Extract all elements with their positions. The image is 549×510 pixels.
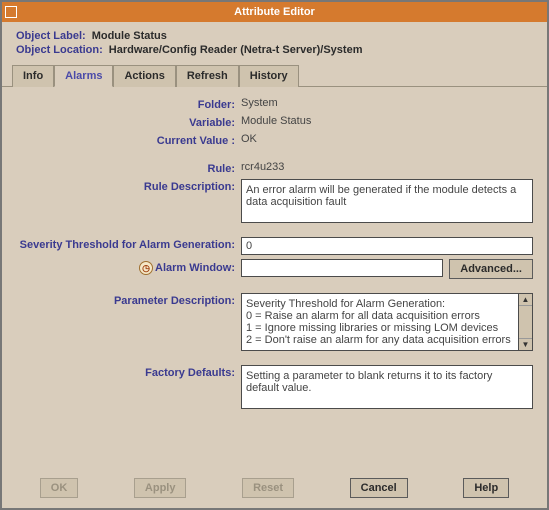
scroll-down-icon[interactable]: ▼ xyxy=(519,338,532,350)
advanced-button[interactable]: Advanced... xyxy=(449,259,533,279)
object-label-label: Object Label: xyxy=(16,30,86,42)
paramdesc-line: 2 = Don't raise an alarm for any data ac… xyxy=(246,334,514,346)
attribute-editor-window: Attribute Editor Object Label: Module St… xyxy=(0,0,549,510)
variable-value: Module Status xyxy=(241,115,533,127)
alarms-panel: Folder: System Variable: Module Status C… xyxy=(2,87,547,468)
tab-info[interactable]: Info xyxy=(12,65,54,87)
severity-threshold-label: Severity Threshold for Alarm Generation: xyxy=(16,237,241,251)
rule-value: rcr4u233 xyxy=(241,161,533,173)
paramdesc-line: 0 = Raise an alarm for all data acquisit… xyxy=(246,310,514,322)
object-label-value: Module Status xyxy=(92,30,167,42)
rule-label: Rule: xyxy=(16,161,241,175)
folder-label: Folder: xyxy=(16,97,241,111)
scrollbar[interactable]: ▲ ▼ xyxy=(518,294,532,350)
tab-alarms[interactable]: Alarms xyxy=(54,65,113,87)
rule-description-text: An error alarm will be generated if the … xyxy=(241,179,533,223)
object-location-label: Object Location: xyxy=(16,44,103,56)
tab-bar: Info Alarms Actions Refresh History xyxy=(2,64,547,87)
reset-button: Reset xyxy=(242,478,294,498)
tab-refresh[interactable]: Refresh xyxy=(176,65,239,87)
ok-button: OK xyxy=(40,478,79,498)
help-button[interactable]: Help xyxy=(463,478,509,498)
current-value-label: Current Value : xyxy=(16,133,241,147)
scroll-up-icon[interactable]: ▲ xyxy=(519,294,532,306)
object-location-value: Hardware/Config Reader (Netra-t Server)/… xyxy=(109,44,363,56)
alarm-window-label: Alarm Window: xyxy=(155,262,235,274)
clock-icon: ◷ xyxy=(139,261,153,275)
severity-threshold-input[interactable] xyxy=(241,237,533,255)
button-bar: OK Apply Reset Cancel Help xyxy=(2,468,547,508)
parameter-description-label: Parameter Description: xyxy=(16,293,241,307)
parameter-description-box: Severity Threshold for Alarm Generation:… xyxy=(241,293,533,351)
paramdesc-line: 1 = Ignore missing libraries or missing … xyxy=(246,322,514,334)
alarm-window-input[interactable] xyxy=(241,259,443,277)
factory-defaults-label: Factory Defaults: xyxy=(16,365,241,379)
factory-defaults-text: Setting a parameter to blank returns it … xyxy=(241,365,533,409)
folder-value: System xyxy=(241,97,533,109)
paramdesc-line: Severity Threshold for Alarm Generation: xyxy=(246,298,514,310)
window-menu-icon[interactable] xyxy=(5,6,17,18)
window-title: Attribute Editor xyxy=(234,6,315,18)
titlebar: Attribute Editor xyxy=(2,2,547,22)
tab-actions[interactable]: Actions xyxy=(113,65,175,87)
apply-button: Apply xyxy=(134,478,187,498)
variable-label: Variable: xyxy=(16,115,241,129)
object-header: Object Label: Module Status Object Locat… xyxy=(2,22,547,64)
parameter-description-text: Severity Threshold for Alarm Generation:… xyxy=(242,294,518,350)
tab-history[interactable]: History xyxy=(239,65,299,87)
rule-description-label: Rule Description: xyxy=(16,179,241,193)
cancel-button[interactable]: Cancel xyxy=(350,478,408,498)
current-value-value: OK xyxy=(241,133,533,145)
